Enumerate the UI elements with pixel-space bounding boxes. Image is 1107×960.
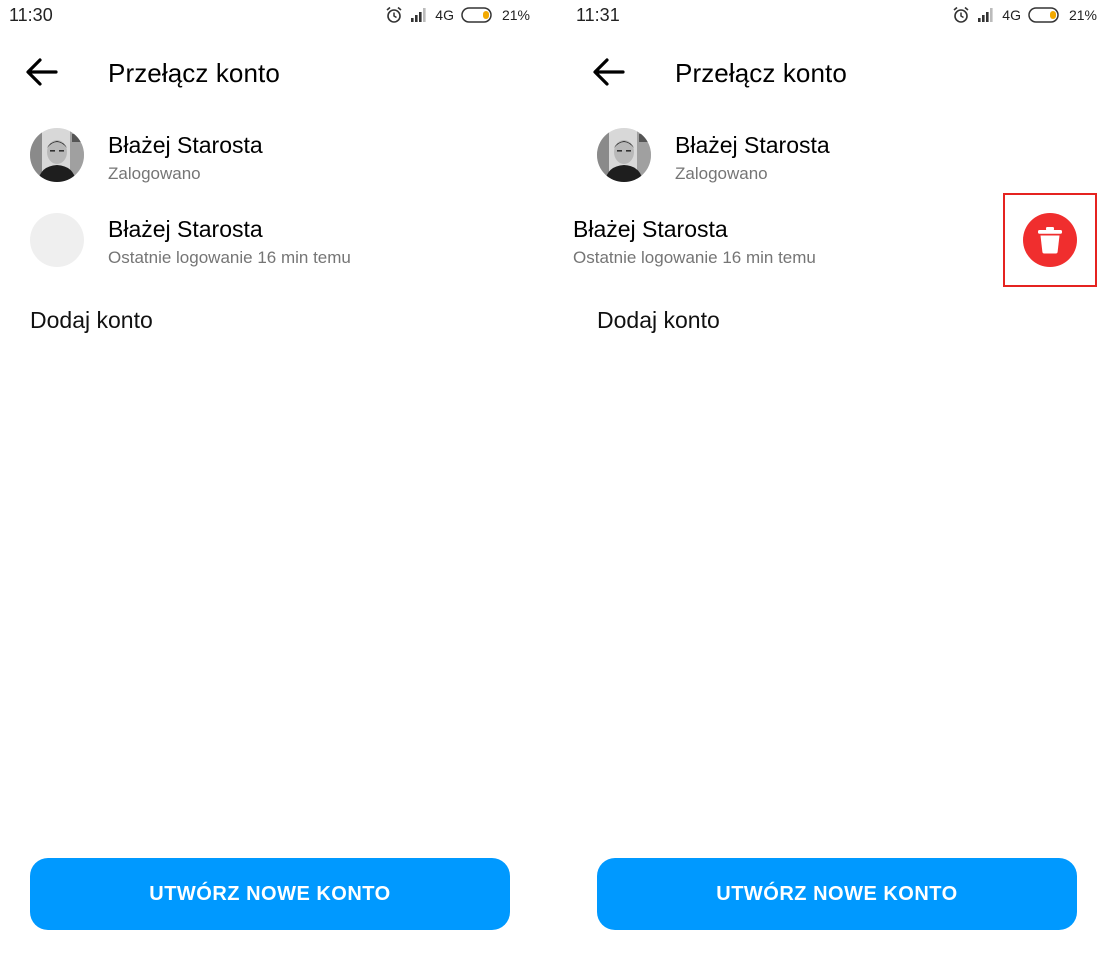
account-row-active[interactable]: Błażej Starosta Zalogowano (567, 118, 1107, 198)
create-account-button[interactable]: UTWÓRZ NOWE KONTO (597, 858, 1077, 930)
network-type: 4G (1002, 7, 1021, 23)
status-bar: 11:30 4G 21% (0, 0, 540, 32)
account-name: Błażej Starosta (675, 132, 830, 158)
status-icons: 4G 21% (385, 6, 530, 24)
page-title: Przełącz konto (675, 58, 847, 88)
account-name: Błażej Starosta (108, 216, 263, 242)
status-bar: 11:31 4G 21% (567, 0, 1107, 32)
alarm-icon (953, 6, 969, 23)
account-last-login: Ostatnie logowanie 16 min temu (108, 248, 351, 267)
status-time: 11:30 (9, 5, 53, 25)
account-row-active[interactable]: Błażej Starosta Zalogowano (0, 118, 540, 198)
back-arrow-icon[interactable] (591, 54, 627, 90)
trash-icon (1038, 227, 1062, 254)
back-arrow-icon[interactable] (24, 54, 60, 90)
status-time: 11:31 (576, 5, 620, 25)
avatar (597, 128, 651, 182)
status-icons: 4G 21% (952, 6, 1097, 24)
battery-icon (1028, 7, 1059, 23)
network-type: 4G (435, 7, 454, 23)
create-account-button[interactable]: UTWÓRZ NOWE KONTO (30, 858, 510, 930)
account-status: Zalogowano (675, 164, 768, 183)
avatar-placeholder (30, 213, 84, 267)
screen-left: 11:30 4G 21% Przełącz konto Błażej Staro… (0, 0, 540, 960)
signal-icon (411, 8, 426, 22)
add-account-link[interactable]: Dodaj konto (30, 307, 153, 334)
page-title: Przełącz konto (108, 58, 280, 88)
add-account-link[interactable]: Dodaj konto (597, 307, 720, 334)
account-name: Błażej Starosta (573, 216, 728, 242)
account-row-other[interactable]: Błażej Starosta Ostatnie logowanie 16 mi… (0, 202, 540, 282)
alarm-icon (386, 6, 402, 23)
battery-percent: 21% (1068, 7, 1097, 23)
account-name: Błażej Starosta (108, 132, 263, 158)
account-last-login: Ostatnie logowanie 16 min temu (573, 248, 816, 267)
delete-account-button[interactable] (1023, 213, 1077, 267)
battery-percent: 21% (501, 7, 530, 23)
screen-right: 11:31 4G 21% Przełącz konto Błażej Staro… (567, 0, 1107, 960)
signal-icon (978, 8, 993, 22)
avatar (30, 128, 84, 182)
account-status: Zalogowano (108, 164, 201, 183)
battery-icon (461, 7, 492, 23)
